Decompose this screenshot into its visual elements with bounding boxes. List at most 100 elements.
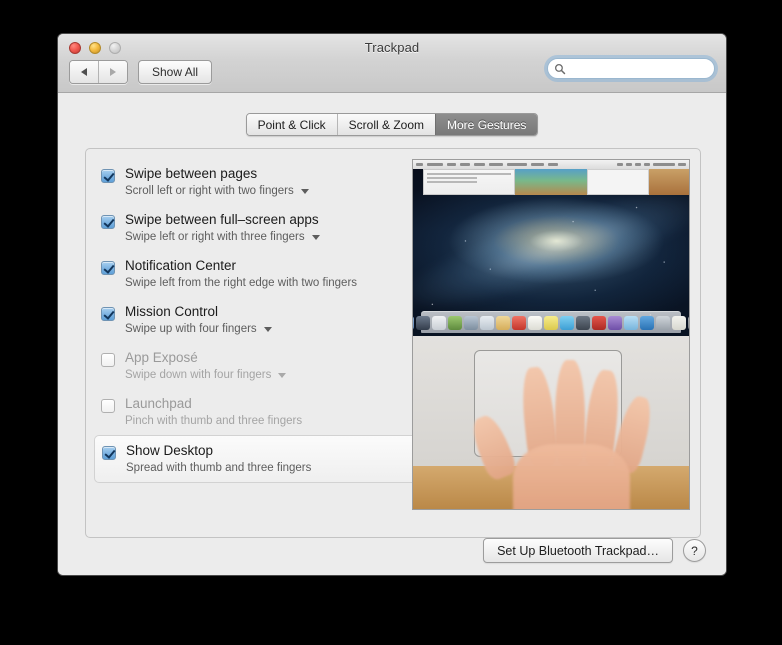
text-line [427,173,511,175]
dock-icon-finder [413,316,414,330]
hand-illustration [466,357,662,509]
palm [513,443,630,509]
dock-icon-app [608,316,622,330]
gesture-text-group: Show Desktop Spread with thumb and three… [126,443,424,475]
forward-button[interactable] [98,61,127,83]
chevron-down-icon[interactable] [300,188,309,194]
menu-item [507,163,527,166]
status-icon [617,163,623,166]
gesture-row-swipe-between-fullscreen-apps[interactable]: Swipe between full–screen apps Swipe lef… [94,205,424,251]
gesture-list: Swipe between pages Scroll left or right… [94,159,450,483]
back-arrow-icon [81,68,87,76]
status-icon [644,163,650,166]
tab-bar: Point & Click Scroll & Zoom More Gesture… [245,113,539,136]
gesture-row-show-desktop[interactable]: Show Desktop Spread with thumb and three… [94,434,450,483]
apple-menu-icon [416,163,423,166]
gesture-title: Show Desktop [126,443,214,458]
menu-item [460,163,470,166]
dock-icon-notes [528,316,542,330]
gesture-subtitle-line: Scroll left or right with two fingers [125,184,424,198]
preview-window-blank [587,169,649,195]
navigation-button-group [69,60,128,84]
tab-point-and-click[interactable]: Point & Click [246,114,337,135]
gesture-title: Launchpad [125,396,192,411]
gesture-subtitle: Swipe left from the right edge with two … [125,277,358,289]
status-icon [626,163,632,166]
tab-more-gestures[interactable]: More Gestures [435,114,538,135]
checkbox-show-desktop[interactable] [102,446,116,460]
screen: Trackpad Show All Point & Click Scroll &… [0,0,782,645]
dock-icon-documents-stack [672,316,686,330]
gestures-panel: Swipe between pages Scroll left or right… [85,148,701,538]
dock-icon-app [448,316,462,330]
text-line [427,181,478,183]
preview-window-texture [649,169,689,195]
dock-icon-trash [688,316,689,330]
dock-icon-safari [464,316,478,330]
gesture-subtitle-line: Swipe left or right with three fingers [125,230,424,244]
gesture-row-mission-control[interactable]: Mission Control Swipe up with four finge… [94,297,424,343]
menu-bar-status-items [617,163,686,166]
gesture-subtitle-line: Swipe left from the right edge with two … [125,276,424,290]
gesture-subtitle: Scroll left or right with two fingers [125,185,294,197]
gesture-subtitle: Swipe up with four fingers [125,323,257,335]
gesture-text-group: Swipe between pages Scroll left or right… [125,166,424,198]
window-body: Point & Click Scroll & Zoom More Gesture… [58,93,726,575]
dock-icon-system-preferences [656,316,670,330]
window-title: Trackpad [364,40,420,55]
preview-window-photo [515,169,587,195]
set-up-bluetooth-trackpad-button[interactable]: Set Up Bluetooth Trackpad… [483,538,673,563]
menu-item [489,163,503,166]
back-button[interactable] [70,61,98,83]
status-icon [635,163,641,166]
menu-item [548,163,558,166]
trackpad-preferences-window: Trackpad Show All Point & Click Scroll &… [57,33,727,576]
gesture-title: Mission Control [125,304,219,319]
dock-icon-messages [560,316,574,330]
checkbox-swipe-between-pages[interactable] [101,169,115,183]
clock-icon [653,163,675,166]
preview-desktop-screenshot [413,160,689,336]
gesture-row-app-expose[interactable]: App Exposé Swipe down with four fingers [94,343,424,389]
preview-hand-on-trackpad [413,336,689,509]
preview-window-document [423,169,515,195]
checkbox-swipe-between-fullscreen-apps[interactable] [101,215,115,229]
gesture-row-swipe-between-pages[interactable]: Swipe between pages Scroll left or right… [94,159,424,205]
tab-scroll-and-zoom[interactable]: Scroll & Zoom [336,114,436,135]
chevron-down-icon[interactable] [263,326,272,332]
help-button[interactable]: ? [683,539,706,562]
menu-item [474,163,485,166]
gesture-row-notification-center[interactable]: Notification Center Swipe left from the … [94,251,424,297]
chevron-down-icon[interactable] [311,234,320,240]
gesture-text-group: App Exposé Swipe down with four fingers [125,350,424,382]
show-all-button[interactable]: Show All [138,60,213,84]
gesture-title: App Exposé [125,350,198,365]
search-input[interactable] [566,60,726,77]
gesture-title: Swipe between full–screen apps [125,212,319,227]
dock-icon-launchpad [416,316,430,330]
gesture-subtitle-line: Spread with thumb and three fingers [126,461,424,475]
preview-menu-bar [413,160,689,169]
gesture-title: Notification Center [125,258,237,273]
forward-arrow-icon [110,68,116,76]
gesture-subtitle: Swipe down with four fingers [125,369,272,381]
dock-icon-app-store [640,316,654,330]
dock-icon-reminders [544,316,558,330]
preview-dock [413,311,689,333]
checkbox-app-expose[interactable] [101,353,115,367]
chevron-down-icon[interactable] [278,372,287,378]
gesture-row-launchpad[interactable]: Launchpad Pinch with thumb and three fin… [94,389,424,435]
menu-item [427,163,443,166]
gesture-text-group: Swipe between full–screen apps Swipe lef… [125,212,424,244]
checkbox-launchpad[interactable] [101,399,115,413]
checkbox-notification-center[interactable] [101,261,115,275]
search-field[interactable] [547,58,726,79]
dock-icon-mail [480,316,494,330]
dock-icon-calendar [512,316,526,330]
dock-icon-facetime [576,316,590,330]
dock-icon-itunes [624,316,638,330]
gesture-text-group: Notification Center Swipe left from the … [125,258,424,290]
checkbox-mission-control[interactable] [101,307,115,321]
preview-background-windows [423,169,689,195]
gesture-title: Swipe between pages [125,166,258,181]
